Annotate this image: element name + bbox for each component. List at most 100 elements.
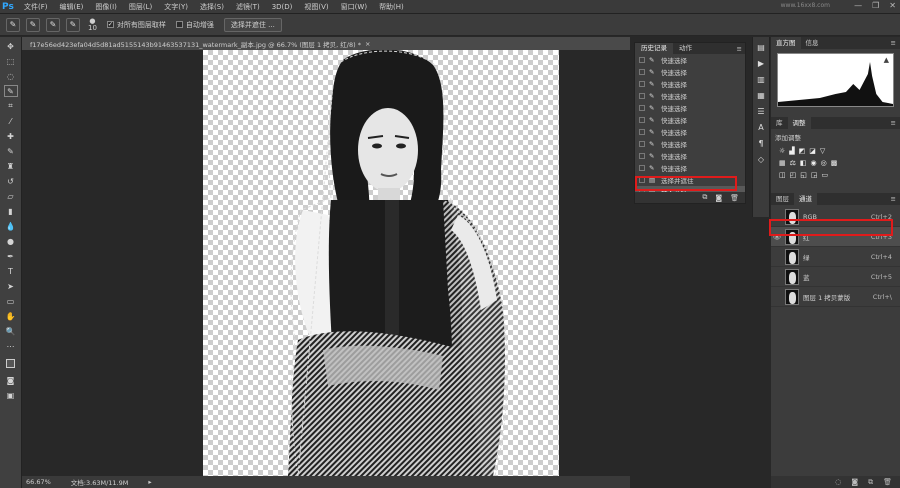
quick-selection-tool-icon[interactable]: ✎: [6, 17, 20, 32]
brightness-icon[interactable]: ☼: [779, 147, 785, 155]
menu-view[interactable]: 视图(V): [298, 2, 334, 12]
history-item[interactable]: ✎ 快速选择: [635, 54, 745, 66]
healing-tool-icon[interactable]: ✚: [4, 130, 18, 142]
vibrance-icon[interactable]: ▽: [820, 147, 825, 155]
history-item[interactable]: ✎ 快速选择: [635, 162, 745, 174]
photo-filter-icon[interactable]: ◉: [811, 159, 817, 167]
stamp-tool-icon[interactable]: ♜: [4, 160, 18, 172]
channel-row-layer-mask[interactable]: 图层 1 拷贝蒙版 Ctrl+\: [771, 287, 900, 307]
dodge-tool-icon[interactable]: ●: [4, 235, 18, 247]
new-document-from-state-icon[interactable]: ⧉: [702, 193, 707, 202]
tab-layers[interactable]: 图层: [771, 193, 794, 205]
history-item[interactable]: ✎ 快速选择: [635, 102, 745, 114]
warning-triangle-icon[interactable]: ▲: [884, 56, 889, 64]
select-and-mask-button[interactable]: 选择并遮住 ...: [223, 17, 282, 32]
panel-menu-icon[interactable]: ≡: [737, 45, 745, 53]
brush-size-picker[interactable]: ● 10: [88, 17, 97, 32]
screen-mode-icon[interactable]: ▣: [4, 389, 18, 401]
camera-snapshot-icon[interactable]: ◙: [715, 194, 722, 202]
close-icon[interactable]: ×: [365, 40, 370, 48]
tab-libraries[interactable]: 库: [771, 117, 788, 129]
panel-menu-icon[interactable]: ≡: [891, 119, 900, 127]
layer-comps-icon[interactable]: ▥: [755, 75, 767, 85]
document-image[interactable]: [203, 50, 559, 476]
blur-tool-icon[interactable]: 💧: [4, 220, 18, 232]
gradient-map-icon[interactable]: ▭: [822, 171, 829, 179]
tab-history[interactable]: 历史记录: [635, 43, 673, 54]
threshold-icon[interactable]: ◱: [800, 171, 807, 179]
menu-window[interactable]: 窗口(W): [335, 2, 373, 12]
menu-select[interactable]: 选择(S): [194, 2, 230, 12]
color-swatches-icon[interactable]: [4, 355, 18, 371]
panel-menu-icon[interactable]: ≡: [891, 39, 900, 47]
marquee-tool-icon[interactable]: ⬚: [4, 55, 18, 67]
brush-tool-icon[interactable]: ✎: [4, 145, 18, 157]
zoom-tool-icon[interactable]: 🔍: [4, 325, 18, 337]
tab-channels[interactable]: 通道: [794, 193, 817, 205]
color-balance-icon[interactable]: ⚖: [790, 159, 796, 167]
channel-row-blue[interactable]: 蓝 Ctrl+5: [771, 267, 900, 287]
menu-type[interactable]: 文字(Y): [158, 2, 194, 12]
eyedropper-tool-icon[interactable]: ⁄: [4, 115, 18, 127]
zoom-level[interactable]: 66.67%: [26, 478, 51, 486]
character-panel-icon[interactable]: A: [755, 123, 767, 133]
menu-file[interactable]: 文件(F): [18, 2, 54, 12]
menu-3d[interactable]: 3D(D): [266, 3, 299, 11]
posterize-icon[interactable]: ◰: [790, 171, 797, 179]
add-to-selection-icon[interactable]: ✎: [46, 17, 60, 32]
history-item[interactable]: ✎ 快速选择: [635, 66, 745, 78]
history-item[interactable]: ✎ 快速选择: [635, 78, 745, 90]
color-lookup-icon[interactable]: ▩: [831, 159, 838, 167]
tab-adjustments[interactable]: 调整: [787, 117, 811, 129]
menu-layer[interactable]: 图层(L): [123, 2, 158, 12]
type-tool-icon[interactable]: T: [4, 265, 18, 277]
menu-filter[interactable]: 滤镜(T): [230, 2, 266, 12]
paragraph-panel-icon[interactable]: ¶: [755, 139, 767, 149]
shape-tool-icon[interactable]: ▭: [4, 295, 18, 307]
history-brush-tool-icon[interactable]: ↺: [4, 175, 18, 187]
new-channel-icon[interactable]: ⧉: [868, 478, 873, 487]
status-expand-icon[interactable]: ▸: [148, 478, 151, 486]
auto-enhance-checkbox[interactable]: 自动增强: [175, 20, 214, 30]
panel-menu-icon[interactable]: ≡: [891, 195, 900, 203]
invert-icon[interactable]: ◫: [779, 171, 786, 179]
minimize-icon[interactable]: —: [854, 1, 862, 10]
history-item[interactable]: ✎ 快速选择: [635, 114, 745, 126]
history-item[interactable]: ✎ 快速选择: [635, 126, 745, 138]
history-item[interactable]: ✎ 快速选择: [635, 90, 745, 102]
history-item[interactable]: ✎ 快速选择: [635, 138, 745, 150]
document-info[interactable]: 文档:3.63M/11.9M: [71, 477, 129, 487]
actions-panel-icon[interactable]: ▶: [755, 59, 767, 69]
eraser-tool-icon[interactable]: ▱: [4, 190, 18, 202]
document-tab[interactable]: f17e56ed423efa04d5d81ad5155143b914635371…: [22, 37, 630, 50]
3d-panel-icon[interactable]: ◇: [755, 155, 767, 165]
path-select-tool-icon[interactable]: ➤: [4, 280, 18, 292]
canvas-area[interactable]: [22, 50, 630, 476]
move-tool-icon[interactable]: ✥: [4, 40, 18, 52]
save-selection-icon[interactable]: ◙: [851, 478, 858, 486]
quick-select-tool-icon[interactable]: ✎: [3, 85, 18, 97]
hue-saturation-icon[interactable]: ▦: [779, 159, 786, 167]
curves-icon[interactable]: ◩: [799, 147, 806, 155]
crop-tool-icon[interactable]: ⌗: [4, 100, 18, 112]
channel-row-green[interactable]: 绿 Ctrl+4: [771, 247, 900, 267]
sample-all-layers-checkbox[interactable]: ✓ 对所有图层取样: [106, 20, 166, 30]
trash-icon[interactable]: 🗑: [883, 478, 892, 486]
exposure-icon[interactable]: ◪: [809, 147, 816, 155]
gradient-tool-icon[interactable]: ▮: [4, 205, 18, 217]
history-panel-icon[interactable]: ▤: [755, 43, 767, 53]
subtract-selection-icon[interactable]: ✎: [66, 17, 80, 32]
hand-tool-icon[interactable]: ✋: [4, 310, 18, 322]
levels-icon[interactable]: ▟: [789, 147, 794, 155]
selective-color-icon[interactable]: ◲: [811, 171, 818, 179]
new-selection-icon[interactable]: ✎: [26, 17, 40, 32]
close-icon[interactable]: ✕: [889, 1, 896, 10]
more-tools-icon[interactable]: ⋯: [4, 340, 18, 352]
tab-info[interactable]: 信息: [801, 37, 824, 49]
tab-histogram[interactable]: 直方图: [771, 37, 801, 49]
properties-icon[interactable]: ☰: [755, 107, 767, 117]
load-selection-icon[interactable]: ◌: [835, 478, 841, 486]
tab-actions[interactable]: 动作: [673, 43, 698, 54]
quick-mask-icon[interactable]: ◙: [4, 374, 18, 386]
black-white-icon[interactable]: ◧: [800, 159, 807, 167]
